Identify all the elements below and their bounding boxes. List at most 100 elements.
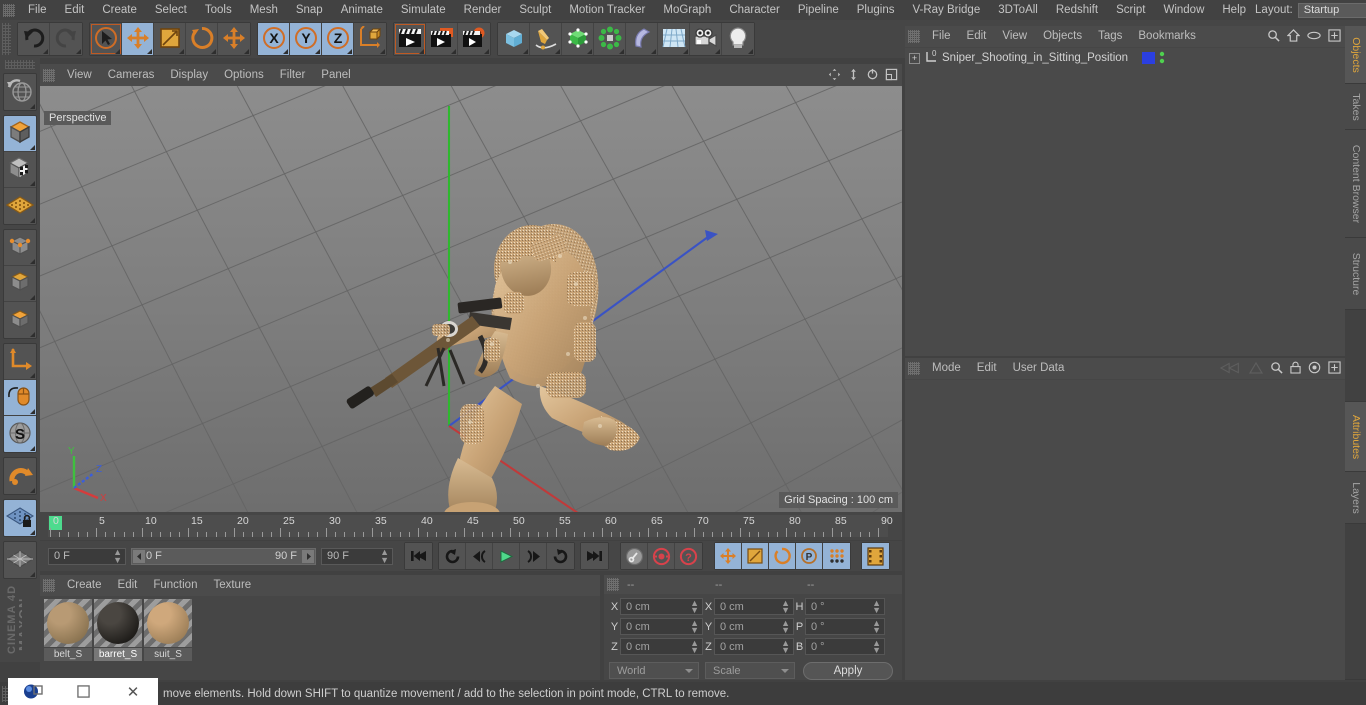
home-icon[interactable] — [1287, 29, 1300, 42]
maximize-icon[interactable] — [885, 68, 898, 81]
undo-button[interactable] — [18, 23, 50, 55]
lock-icon[interactable] — [1290, 361, 1301, 374]
material-menu-create[interactable]: Create — [59, 575, 110, 596]
undo-view-button[interactable] — [4, 74, 36, 110]
preview-range-slider[interactable]: 0 F 90 F — [131, 547, 316, 565]
tab-content-browser[interactable]: Content Browser — [1345, 130, 1366, 238]
flyout-corner-icon[interactable] — [30, 104, 35, 109]
object-menu-view[interactable]: View — [994, 26, 1035, 47]
menu-snap[interactable]: Snap — [287, 0, 332, 20]
material-item[interactable]: belt_S — [44, 599, 92, 661]
live-selection-tool[interactable] — [90, 23, 122, 55]
texture-mode-button[interactable] — [4, 152, 36, 188]
flyout-corner-icon[interactable] — [347, 49, 352, 54]
spinner-icon[interactable]: ▲ ▼ — [872, 599, 881, 615]
record-position-button[interactable] — [715, 543, 742, 569]
magnet-tool-button[interactable] — [4, 458, 36, 494]
flyout-corner-icon[interactable] — [30, 332, 35, 337]
workplane-mode-button[interactable] — [4, 188, 36, 224]
render-to-picture-viewer-button[interactable] — [426, 23, 458, 55]
flyout-corner-icon[interactable] — [147, 49, 152, 54]
object-row[interactable]: +0 Sniper_Shooting_in_Sitting_Position — [905, 48, 1345, 68]
close-window-icon[interactable]: ✕ — [108, 678, 158, 705]
flyout-corner-icon[interactable] — [30, 530, 35, 535]
flyout-corner-icon[interactable] — [76, 49, 81, 54]
flyout-corner-icon[interactable] — [715, 49, 720, 54]
lock-y-axis[interactable]: Y — [290, 23, 322, 55]
spinner-icon[interactable]: ▲ ▼ — [872, 619, 881, 635]
go-to-start-button[interactable] — [405, 543, 432, 569]
menu-edit[interactable]: Edit — [56, 0, 94, 20]
end-frame-field[interactable]: 90 F ▲ ▼ — [321, 547, 393, 565]
flyout-corner-icon[interactable] — [587, 49, 592, 54]
menu-redshift[interactable]: Redshift — [1047, 0, 1107, 20]
visibility-dots[interactable] — [1159, 51, 1165, 68]
play-forwards-loop-button[interactable] — [547, 543, 574, 569]
coordinate-input-y-1[interactable]: 0 cm ▲ ▼ — [620, 618, 703, 635]
flyout-corner-icon[interactable] — [30, 409, 35, 414]
menu-file[interactable]: File — [19, 0, 56, 20]
auto-keyframing-button[interactable]: ? — [675, 543, 702, 569]
viewport-menu-view[interactable]: View — [59, 64, 100, 86]
edges-mode-button[interactable] — [4, 266, 36, 302]
menu-simulate[interactable]: Simulate — [392, 0, 455, 20]
object-manager-grip[interactable] — [908, 30, 920, 43]
flyout-corner-icon[interactable] — [451, 49, 456, 54]
material-tag[interactable] — [1142, 52, 1155, 64]
material-list[interactable]: belt_S barret_S suit_S — [44, 599, 192, 661]
menubar-grip[interactable] — [3, 3, 15, 17]
step-forward-button[interactable] — [520, 543, 547, 569]
record-scale-button[interactable] — [742, 543, 769, 569]
edit-render-settings-button[interactable] — [458, 23, 490, 55]
record-pla-button[interactable]: P — [796, 543, 823, 569]
flyout-corner-icon[interactable] — [244, 49, 249, 54]
cinema4d-icon[interactable] — [8, 678, 58, 705]
search-icon[interactable] — [1267, 29, 1280, 42]
menu-v-ray-bridge[interactable]: V-Ray Bridge — [903, 0, 989, 20]
flyout-corner-icon[interactable] — [683, 49, 688, 54]
flyout-corner-icon[interactable] — [619, 49, 624, 54]
spinner-icon[interactable]: ▲ ▼ — [113, 548, 122, 565]
attribute-menu-mode[interactable]: Mode — [924, 358, 969, 379]
viewport-3d[interactable]: Perspective Grid Spacing : 100 cm Y X Z — [40, 86, 902, 512]
step-back-button[interactable] — [466, 543, 493, 569]
flyout-corner-icon[interactable] — [30, 181, 35, 186]
record-active-objects-button[interactable] — [648, 543, 675, 569]
object-menu-objects[interactable]: Objects — [1035, 26, 1090, 47]
add-deformer-button[interactable] — [626, 23, 658, 55]
eye-icon[interactable] — [1307, 30, 1321, 41]
attribute-menu-user-data[interactable]: User Data — [1005, 358, 1073, 379]
coordinate-input-p-1[interactable]: 0 ° ▲ ▼ — [805, 618, 885, 635]
render-view-button[interactable] — [394, 23, 426, 55]
tab-structure[interactable]: Structure — [1345, 238, 1366, 310]
rotate-icon[interactable] — [866, 68, 879, 81]
add-light-button[interactable] — [722, 23, 754, 55]
left-toolbar-grip[interactable] — [5, 60, 35, 69]
flyout-corner-icon[interactable] — [30, 145, 35, 150]
tab-takes[interactable]: Takes — [1345, 84, 1366, 130]
spinner-icon[interactable]: ▲ ▼ — [690, 599, 699, 615]
record-parameter-button[interactable] — [823, 543, 850, 569]
redo-button[interactable] — [50, 23, 82, 55]
pan-icon[interactable] — [828, 68, 841, 81]
coordinate-input-z-2[interactable]: 0 cm ▲ ▼ — [620, 638, 703, 655]
timeline-ruler[interactable]: 0 5 10 15 20 25 30 35 40 45 50 55 60 65 70 75 80 85 90 — [48, 515, 893, 537]
coordinate-input-b-2[interactable]: 0 ° ▲ ▼ — [805, 638, 885, 655]
add-spline-button[interactable] — [530, 23, 562, 55]
spinner-icon[interactable]: ▲ ▼ — [781, 639, 790, 655]
coordinate-mode-dropdown[interactable]: Scale — [705, 662, 795, 679]
material-menu-edit[interactable]: Edit — [110, 575, 146, 596]
coordinate-input-x-0[interactable]: 0 cm ▲ ▼ — [714, 598, 794, 615]
flyout-corner-icon[interactable] — [315, 49, 320, 54]
world-object-coordinates[interactable] — [354, 23, 386, 55]
scale-tool[interactable] — [154, 23, 186, 55]
timeline-ruler-panel[interactable]: 0 5 10 15 20 25 30 35 40 45 50 55 60 65 70 75 80 85 90 — [40, 512, 902, 540]
add-nurbs-button[interactable] — [562, 23, 594, 55]
menu-mograph[interactable]: MoGraph — [654, 0, 720, 20]
menu-3dtoall[interactable]: 3DToAll — [989, 0, 1047, 20]
object-tree[interactable]: +0 Sniper_Shooting_in_Sitting_Position — [905, 48, 1345, 356]
lock-z-axis[interactable]: Z — [322, 23, 354, 55]
object-menu-bookmarks[interactable]: Bookmarks — [1130, 26, 1204, 47]
viewport-menu-cameras[interactable]: Cameras — [100, 64, 163, 86]
flyout-corner-icon[interactable] — [748, 49, 753, 54]
